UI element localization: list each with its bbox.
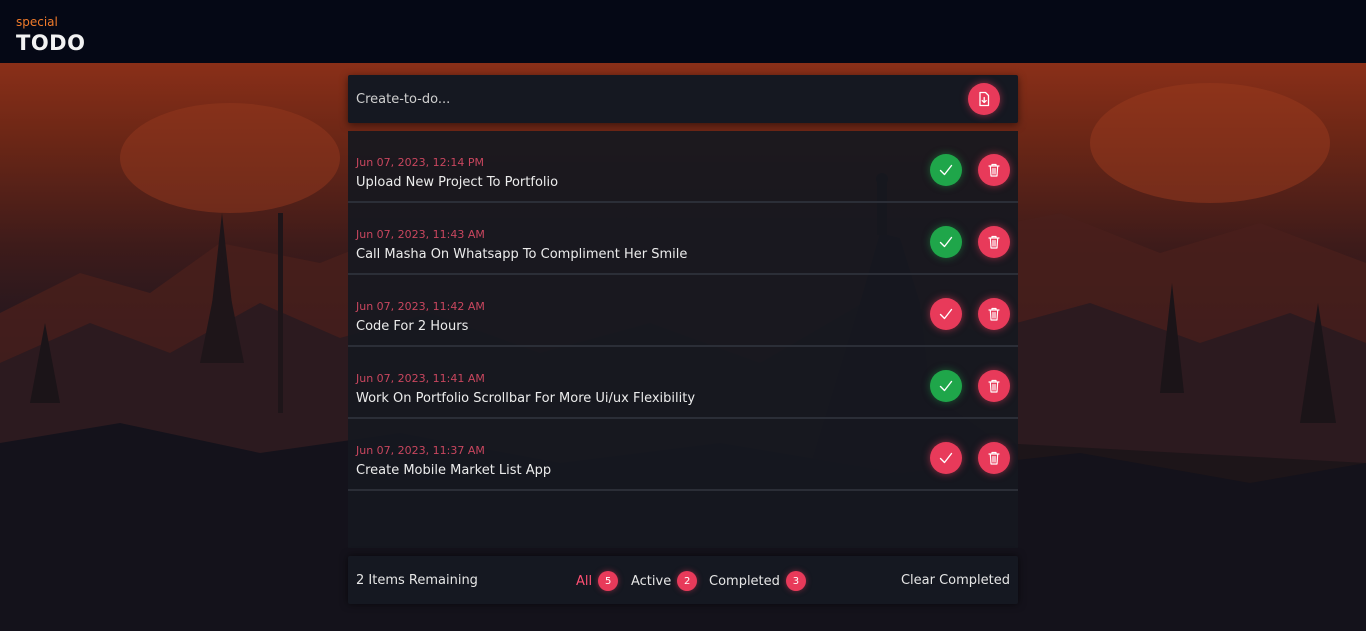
todo-text: Work On Portfolio Scrollbar For More Ui/… — [356, 391, 696, 406]
trash-icon — [988, 451, 1000, 465]
toggle-complete-button[interactable] — [930, 370, 962, 402]
check-icon — [939, 308, 953, 320]
trash-icon — [988, 307, 1000, 321]
todo-date: Jun 07, 2023, 11:43 AM — [356, 228, 485, 241]
check-icon — [939, 452, 953, 464]
todo-text: Code For 2 Hours — [356, 319, 469, 334]
clear-completed-button[interactable]: Clear Completed — [901, 573, 1010, 588]
todo-item: Jun 07, 2023, 11:42 AM Code For 2 Hours — [348, 275, 1018, 347]
toggle-complete-button[interactable] — [930, 298, 962, 330]
top-bar: special TODO — [0, 0, 1366, 63]
trash-icon — [988, 235, 1000, 249]
delete-todo-button[interactable] — [978, 226, 1010, 258]
todo-footer: 2 Items Remaining All 5 Active 2 Complet… — [348, 556, 1018, 604]
todo-date: Jun 07, 2023, 11:42 AM — [356, 300, 485, 313]
delete-todo-button[interactable] — [978, 370, 1010, 402]
filter-all[interactable]: All 5 — [576, 571, 619, 591]
filter-active[interactable]: Active 2 — [631, 571, 698, 591]
filter-label: Completed — [709, 573, 780, 589]
todo-text: Create Mobile Market List App — [356, 463, 552, 478]
count-badge: 3 — [785, 571, 806, 591]
trash-icon — [988, 163, 1000, 177]
todo-item: Jun 07, 2023, 11:37 AM Create Mobile Mar… — [348, 419, 1018, 491]
check-icon — [939, 164, 953, 176]
items-remaining: 2 Items Remaining — [356, 573, 478, 588]
todo-date: Jun 07, 2023, 11:37 AM — [356, 444, 485, 457]
create-todo-bar — [348, 75, 1018, 123]
delete-todo-button[interactable] — [978, 442, 1010, 474]
todo-item: Jun 07, 2023, 11:41 AM Work On Portfolio… — [348, 347, 1018, 419]
todo-list: Jun 07, 2023, 12:14 PM Upload New Projec… — [348, 131, 1018, 548]
todo-item: Jun 07, 2023, 11:43 AM Call Masha On Wha… — [348, 203, 1018, 275]
file-download-icon — [979, 91, 990, 107]
todo-text: Call Masha On Whatsapp To Compliment Her… — [356, 247, 688, 262]
brand-subtitle: special — [16, 15, 58, 29]
filter-label: All — [576, 573, 593, 589]
todo-date: Jun 07, 2023, 12:14 PM — [356, 156, 484, 169]
brand-title: TODO — [16, 31, 86, 55]
count-badge: 5 — [598, 571, 619, 591]
delete-todo-button[interactable] — [978, 154, 1010, 186]
delete-todo-button[interactable] — [978, 298, 1010, 330]
todo-date: Jun 07, 2023, 11:41 AM — [356, 372, 485, 385]
create-todo-input[interactable] — [356, 87, 916, 111]
toggle-complete-button[interactable] — [930, 226, 962, 258]
check-icon — [939, 380, 953, 392]
filter-label: Active — [631, 573, 672, 589]
check-icon — [939, 236, 953, 248]
filter-completed[interactable]: Completed 3 — [709, 571, 806, 591]
todo-text: Upload New Project To Portfolio — [356, 175, 559, 190]
add-todo-button[interactable] — [968, 83, 1000, 115]
trash-icon — [988, 379, 1000, 393]
count-badge: 2 — [677, 571, 698, 591]
todo-item: Jun 07, 2023, 12:14 PM Upload New Projec… — [348, 131, 1018, 203]
toggle-complete-button[interactable] — [930, 154, 962, 186]
toggle-complete-button[interactable] — [930, 442, 962, 474]
